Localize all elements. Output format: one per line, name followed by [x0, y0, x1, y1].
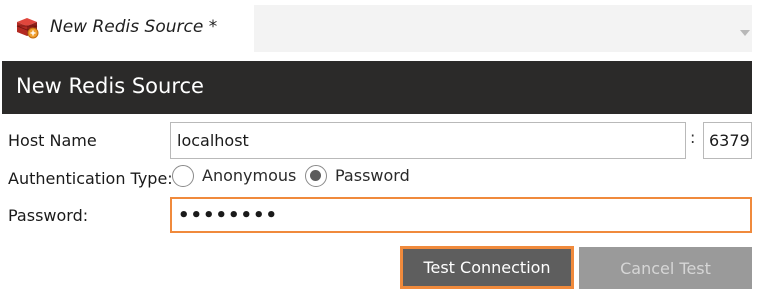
redis-icon: [14, 16, 40, 40]
tab-row: New Redis Source *: [0, 0, 768, 58]
page-title: New Redis Source: [16, 74, 204, 98]
port-input[interactable]: 6379: [703, 122, 752, 159]
test-connection-button[interactable]: Test Connection: [400, 246, 574, 289]
header-bar: New Redis Source: [2, 61, 752, 114]
tab-title[interactable]: New Redis Source *: [50, 17, 217, 37]
test-connection-label: Test Connection: [423, 258, 551, 277]
port-value: 6379: [709, 131, 750, 150]
host-name-input[interactable]: localhost: [170, 122, 686, 159]
auth-type-label: Authentication Type:: [8, 169, 173, 188]
password-input[interactable]: ••••••••: [170, 197, 752, 233]
anonymous-radio[interactable]: [172, 165, 194, 187]
tab-dropdown[interactable]: [254, 5, 752, 52]
host-name-label: Host Name: [8, 131, 97, 150]
host-name-value: localhost: [177, 131, 249, 150]
port-separator: :: [690, 128, 696, 147]
anonymous-radio-label[interactable]: Anonymous: [202, 166, 296, 185]
cancel-test-button[interactable]: Cancel Test: [579, 247, 752, 289]
cancel-test-label: Cancel Test: [620, 258, 711, 278]
chevron-down-icon[interactable]: [740, 30, 750, 36]
password-radio-label[interactable]: Password: [335, 166, 410, 185]
redis-source-window: New Redis Source * New Redis Source Host…: [0, 0, 768, 298]
password-value: ••••••••: [178, 204, 279, 226]
password-label: Password:: [8, 206, 89, 225]
password-radio[interactable]: [305, 165, 327, 187]
